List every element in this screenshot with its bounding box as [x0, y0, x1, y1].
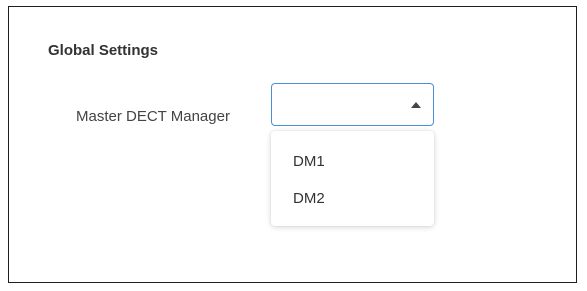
master-dect-manager-select[interactable]	[271, 83, 434, 126]
dropdown-option-dm2[interactable]: DM2	[293, 190, 325, 207]
section-title: Global Settings	[48, 42, 159, 59]
caret-up-icon[interactable]	[411, 102, 421, 108]
master-dect-manager-label: Master DECT Manager	[76, 108, 230, 125]
dropdown-option-dm1[interactable]: DM1	[293, 153, 325, 170]
dropdown-menu: DM1 DM2	[271, 131, 434, 226]
